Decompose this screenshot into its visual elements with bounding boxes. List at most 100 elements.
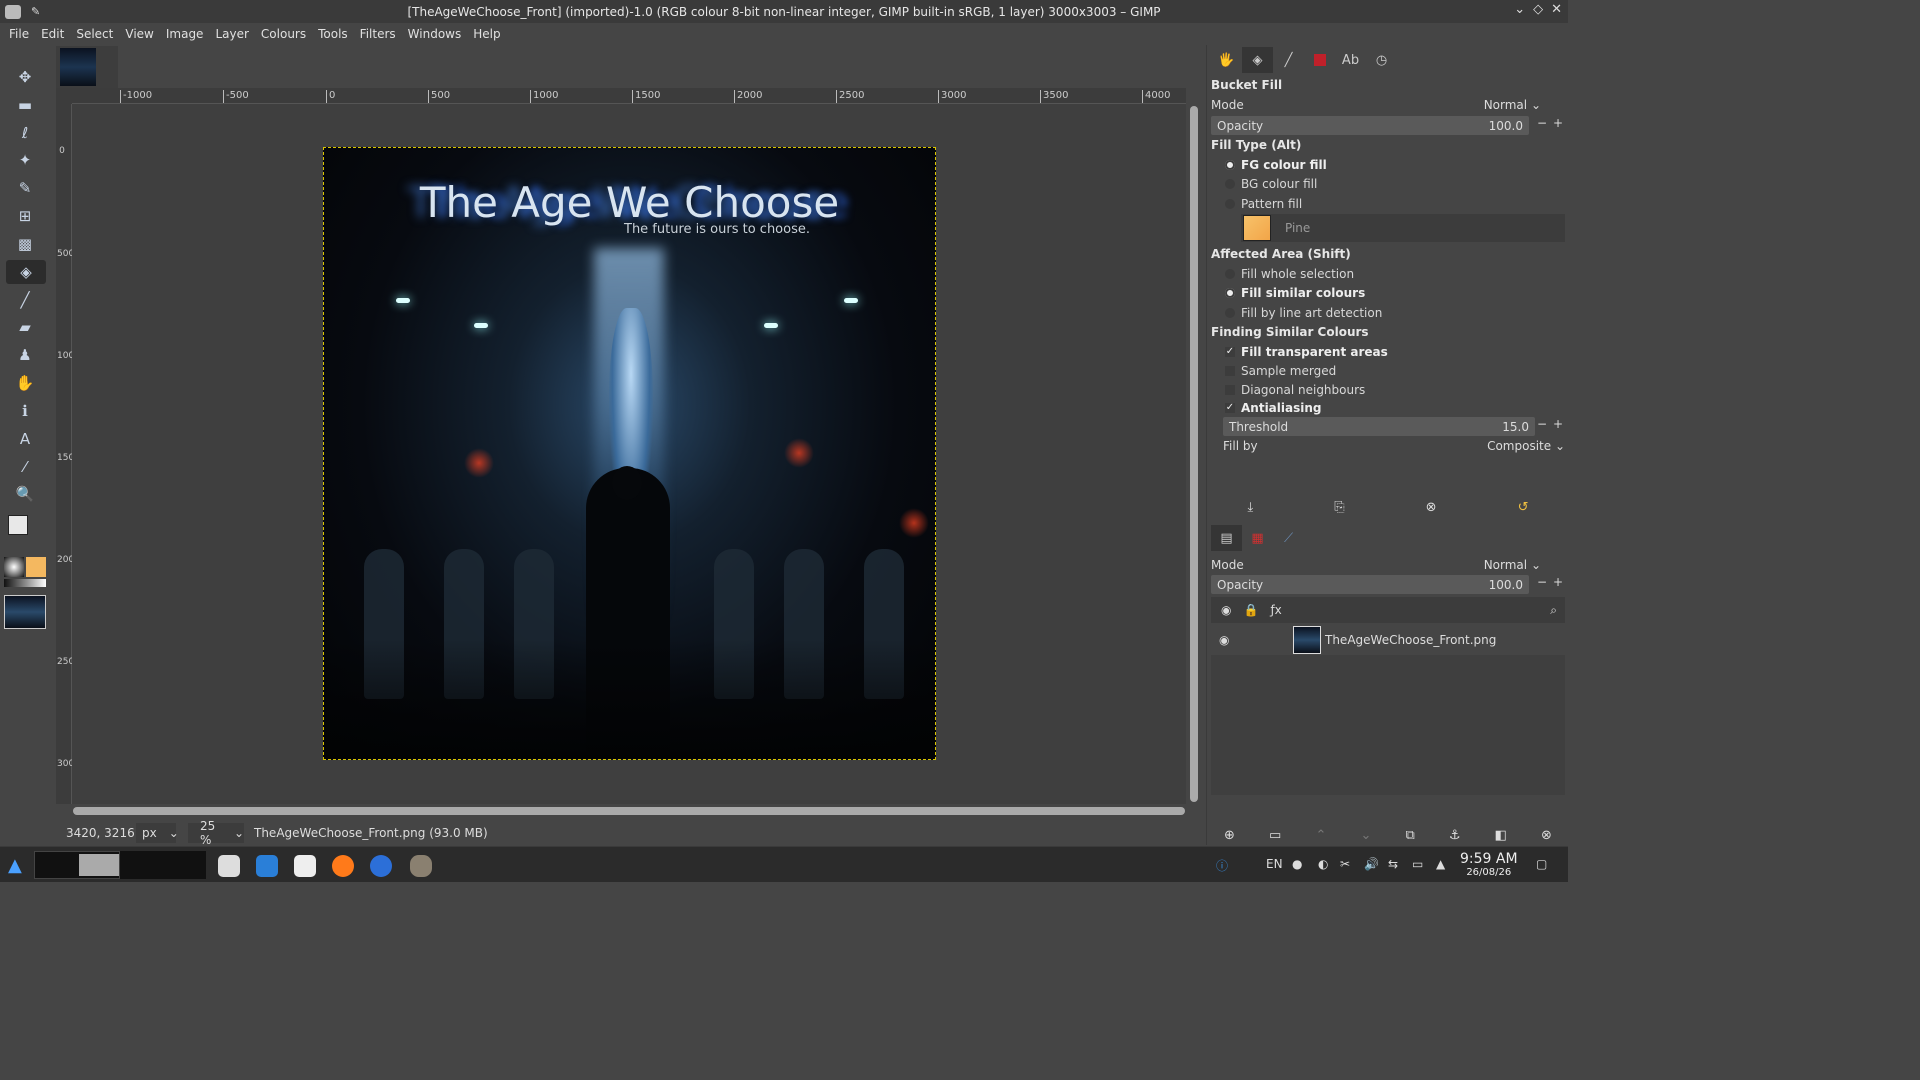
menu-view[interactable]: View: [119, 27, 159, 41]
fill-line-art-radio[interactable]: Fill by line art detection: [1225, 304, 1382, 322]
delete-layer-icon[interactable]: ⊗: [1541, 828, 1552, 843]
start-menu-icon[interactable]: ▲: [8, 855, 22, 876]
eraser-icon[interactable]: ▰: [12, 315, 38, 339]
horizontal-scrollbar[interactable]: [72, 805, 1186, 817]
antialiasing-checkbox[interactable]: ✓ Antialiasing: [1225, 399, 1322, 417]
vertical-scrollbar[interactable]: [1188, 104, 1200, 804]
poster-image[interactable]: The Age We Choose The future is ours to …: [323, 147, 936, 760]
desktop-pager-2[interactable]: [120, 851, 206, 879]
diagonal-neighbours-checkbox[interactable]: Diagonal neighbours: [1225, 381, 1365, 399]
fuzzy-select-icon[interactable]: ✦: [12, 148, 38, 172]
menu-help[interactable]: Help: [467, 27, 506, 41]
fill-whole-selection-radio[interactable]: Fill whole selection: [1225, 265, 1354, 283]
fill-transparent-checkbox[interactable]: ✓ Fill transparent areas: [1225, 343, 1388, 361]
save-options-icon[interactable]: ⤓: [1248, 500, 1254, 515]
tool-options-tab-icon[interactable]: 🖐: [1211, 47, 1242, 73]
minus-icon[interactable]: −: [1537, 417, 1547, 431]
mask-layer-icon[interactable]: ◧: [1495, 828, 1507, 843]
color-picker-icon[interactable]: ⁄: [12, 455, 38, 479]
minus-icon[interactable]: −: [1537, 575, 1547, 589]
image-tab[interactable]: [56, 46, 118, 88]
show-desktop-icon[interactable]: ▢: [1536, 857, 1547, 871]
layers-tab-icon[interactable]: ▤: [1211, 525, 1242, 551]
delete-options-icon[interactable]: ⊗: [1426, 500, 1437, 515]
raise-layer-icon[interactable]: ⌃: [1315, 828, 1326, 843]
store-app-icon[interactable]: [256, 855, 278, 877]
fx-icon[interactable]: ƒx: [1270, 603, 1281, 617]
canvas-area[interactable]: The Age We Choose The future is ours to …: [72, 104, 1186, 804]
layer-opacity-slider[interactable]: Opacity 100.0: [1211, 575, 1529, 594]
fg-color-swatch[interactable]: [8, 515, 28, 535]
brushes-tab-icon[interactable]: ╱: [1273, 47, 1304, 73]
bucket-fill-icon[interactable]: ◈: [6, 260, 46, 284]
close-button[interactable]: ✕: [1551, 2, 1562, 17]
menu-select[interactable]: Select: [70, 27, 119, 41]
settings-app-icon[interactable]: [218, 855, 240, 877]
menu-filters[interactable]: Filters: [354, 27, 402, 41]
vertical-ruler[interactable]: 0 500 1000 1500 2000 2500 3000: [56, 104, 80, 804]
zoom-select[interactable]: 25 % ⌄: [188, 819, 244, 847]
desktop-pager[interactable]: [34, 851, 120, 879]
gimp-app-icon[interactable]: [5, 4, 21, 19]
info-icon[interactable]: ⓘ: [1216, 857, 1228, 874]
rect-select-icon[interactable]: ▬: [12, 93, 38, 117]
layer-visibility-icon[interactable]: ◉: [1219, 633, 1229, 647]
network-icon[interactable]: ⇆: [1388, 857, 1398, 871]
channels-tab-icon[interactable]: ▦: [1242, 525, 1273, 551]
display-icon[interactable]: ▭: [1412, 857, 1423, 871]
eye-icon[interactable]: ◉: [1221, 603, 1231, 617]
menu-edit[interactable]: Edit: [35, 27, 70, 41]
menu-image[interactable]: Image: [160, 27, 210, 41]
plus-icon[interactable]: +: [1553, 417, 1563, 431]
menu-layer[interactable]: Layer: [209, 27, 254, 41]
plus-icon[interactable]: +: [1553, 575, 1563, 589]
gimp-taskbar-icon[interactable]: [410, 855, 432, 877]
horizontal-ruler[interactable]: -1000 -500 0 500 1000 1500 2000 2500 300…: [72, 88, 1186, 104]
paths-icon[interactable]: ℹ: [12, 399, 38, 423]
move-tool-icon[interactable]: ✥: [12, 65, 38, 89]
clock[interactable]: 9:59 AM 26/08/26: [1460, 851, 1518, 878]
maximize-button[interactable]: ◇: [1533, 2, 1543, 17]
new-group-icon[interactable]: ▭: [1269, 828, 1281, 843]
reset-options-icon[interactable]: ↺: [1518, 500, 1529, 515]
lasso-icon[interactable]: ℓ: [12, 121, 38, 145]
crop-icon[interactable]: ✎: [12, 176, 38, 200]
firefox-icon[interactable]: [332, 855, 354, 877]
keyboard-layout[interactable]: EN: [1266, 857, 1283, 871]
horizontal-scroll-thumb[interactable]: [73, 807, 1185, 815]
menu-file[interactable]: File: [3, 27, 35, 41]
fonts-tab-icon[interactable]: Ab: [1335, 47, 1366, 73]
lock-icon[interactable]: 🔒: [1243, 603, 1258, 617]
text-tool-icon[interactable]: A: [12, 427, 38, 451]
sample-merged-checkbox[interactable]: Sample merged: [1225, 362, 1336, 380]
history-tab-icon[interactable]: ◷: [1366, 47, 1397, 73]
mode-select[interactable]: Normal ⌄: [1484, 98, 1541, 112]
smudge-icon[interactable]: ✋: [12, 371, 38, 395]
pin-icon[interactable]: ✎: [31, 5, 40, 18]
minimize-button[interactable]: ⌄: [1514, 2, 1525, 17]
menu-tools[interactable]: Tools: [312, 27, 354, 41]
layer-row[interactable]: ◉ TheAgeWeChoose_Front.png: [1211, 625, 1565, 655]
notification-icon[interactable]: ◐: [1318, 857, 1328, 871]
pattern-preview[interactable]: [26, 557, 46, 577]
zoom-tool-icon[interactable]: 🔍: [12, 482, 38, 506]
updates-icon[interactable]: ●: [1292, 857, 1302, 871]
patterns-tab-icon[interactable]: [1304, 47, 1335, 73]
lower-layer-icon[interactable]: ⌄: [1360, 828, 1371, 843]
unit-select[interactable]: px ⌄: [136, 823, 179, 843]
opacity-slider[interactable]: Opacity 100.0: [1211, 116, 1529, 135]
volume-icon[interactable]: 🔊: [1364, 857, 1379, 871]
search-icon[interactable]: ⌕: [1550, 603, 1557, 618]
restore-options-icon[interactable]: ⎘: [1334, 500, 1344, 515]
vertical-scroll-thumb[interactable]: [1190, 106, 1198, 802]
layer-mode-select[interactable]: Normal ⌄: [1484, 558, 1541, 572]
files-app-icon[interactable]: [294, 855, 316, 877]
scissors-icon[interactable]: ✂: [1340, 857, 1350, 871]
fg-fill-radio[interactable]: FG colour fill: [1225, 156, 1327, 174]
new-layer-icon[interactable]: ⊕: [1224, 828, 1235, 843]
layer-name[interactable]: TheAgeWeChoose_Front.png: [1325, 633, 1496, 647]
threshold-slider[interactable]: Threshold 15.0: [1223, 417, 1535, 436]
menu-colours[interactable]: Colours: [255, 27, 312, 41]
menu-windows[interactable]: Windows: [402, 27, 468, 41]
thunderbird-icon[interactable]: [370, 855, 392, 877]
